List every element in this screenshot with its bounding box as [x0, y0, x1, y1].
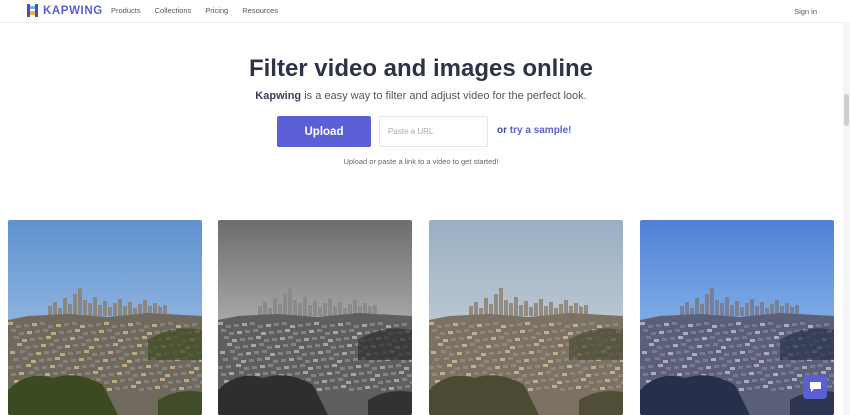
brand-name: KAPWING [43, 4, 103, 17]
preview-image [8, 220, 202, 415]
brand-logo[interactable]: KAPWING [27, 4, 103, 17]
filter-preview-vintage[interactable] [429, 220, 623, 415]
upload-button[interactable]: Upload [277, 116, 371, 147]
nav-link-resources[interactable]: Resources [242, 6, 278, 15]
filter-preview-original[interactable] [8, 220, 202, 415]
nav-link-pricing[interactable]: Pricing [205, 6, 228, 15]
preview-image [218, 220, 412, 415]
nav-links: Products Collections Pricing Resources [111, 6, 292, 15]
filter-preview-grayscale[interactable] [218, 220, 412, 415]
top-nav: KAPWING Products Collections Pricing Res… [0, 0, 850, 23]
sample-prefix: or [497, 125, 510, 136]
sign-in-link[interactable]: Sign in [794, 7, 817, 16]
chat-bubble-icon [809, 382, 821, 392]
page-title: Filter video and images online [248, 55, 594, 82]
page-scrollbar[interactable] [843, 22, 850, 415]
nav-link-products[interactable]: Products [111, 6, 141, 15]
subtitle-brand: Kapwing [255, 90, 302, 102]
kapwing-logo-icon [27, 4, 38, 17]
try-sample-link[interactable]: try a sample! [510, 125, 572, 136]
sample-prompt: or try a sample! [497, 125, 571, 136]
url-input[interactable] [379, 116, 488, 147]
page-subtitle: Kapwing is a easy way to filter and adju… [0, 90, 842, 102]
upload-hint: Upload or paste a link to a video to get… [343, 157, 499, 166]
nav-link-collections[interactable]: Collections [155, 6, 192, 15]
subtitle-text: is a easy way to filter and adjust video… [301, 90, 587, 102]
chat-button[interactable] [803, 375, 827, 399]
scrollbar-thumb[interactable] [844, 94, 849, 126]
preview-image [429, 220, 623, 415]
